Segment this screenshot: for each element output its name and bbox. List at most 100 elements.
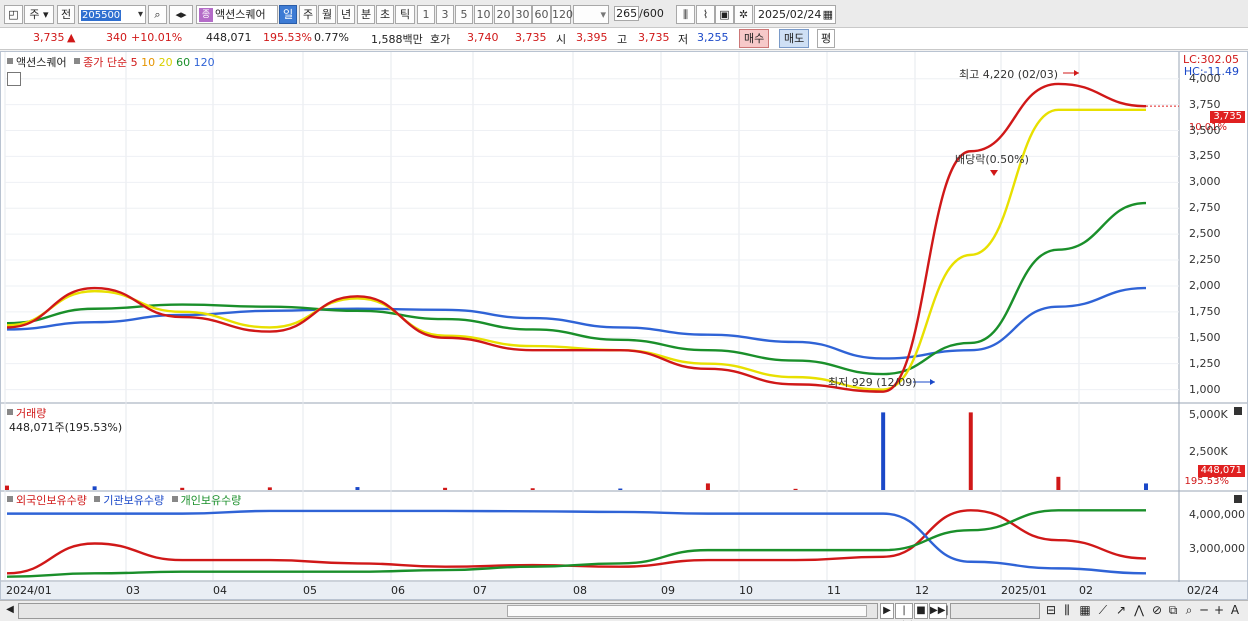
copy-tool-icon[interactable]: ⧉ xyxy=(1166,603,1180,619)
interval-20[interactable]: 20 xyxy=(494,5,513,24)
volume-bar xyxy=(92,486,97,490)
period-month[interactable]: 월 xyxy=(318,5,336,24)
holding-tick-4m: 4,000,000 xyxy=(1189,508,1245,521)
legend-square-icon xyxy=(7,496,13,502)
period-tick[interactable]: 틱 xyxy=(395,5,415,24)
x-label-08: 08 xyxy=(573,584,587,597)
stock-name-box[interactable]: 종 액션스퀘어 xyxy=(196,5,278,24)
interval-30[interactable]: 30 xyxy=(513,5,532,24)
price-tick-label: 1,250 xyxy=(1189,356,1221,370)
x-label-2025-01: 2025/01 xyxy=(1001,584,1047,597)
stock-type-tag: 종 xyxy=(199,8,213,22)
bars-icon[interactable]: ⫼ xyxy=(1060,603,1074,619)
trade-value: 1,588백만 xyxy=(371,33,423,46)
buy-button[interactable]: 매수 xyxy=(739,29,770,48)
grid-toggle-icon[interactable] xyxy=(7,72,21,86)
scrollbar[interactable] xyxy=(18,603,878,619)
interval-5[interactable]: 5 xyxy=(455,5,473,24)
volume-pct-tag: 195.53% xyxy=(1184,476,1230,487)
stock-code-input[interactable]: 205500 ▾ xyxy=(78,5,146,24)
candle-type-icon[interactable]: ⫼ xyxy=(676,5,695,24)
scrollbar-thumb[interactable] xyxy=(507,605,867,617)
fork-tool-icon[interactable]: ⋀ xyxy=(1132,603,1146,619)
legend-square-icon xyxy=(7,58,13,64)
x-label-05: 05 xyxy=(303,584,317,597)
jump-first-icon[interactable]: |◀◀ xyxy=(895,603,913,621)
date-input[interactable]: 2025/02/24 ▦ xyxy=(754,5,836,24)
price-legend-series: 종가 단순 xyxy=(83,56,128,69)
volume-bar xyxy=(180,487,185,490)
chart-navigation: ◀ ▶ |◀◀ ■ ▶▶| ⊟ ⫼ ▦ ⟋ ↗ ⋀ ⊘ ⧉ ⌕ ─ + A xyxy=(0,600,1248,621)
chart-background xyxy=(1,52,1247,599)
high-annotation: 최고 4,220 (02/03) xyxy=(959,68,1059,81)
ruler-icon[interactable]: ⊟ xyxy=(1044,603,1058,619)
interval-1[interactable]: 1 xyxy=(417,5,435,24)
legend-square-icon xyxy=(7,409,13,415)
zoom-in-icon[interactable]: + xyxy=(1212,603,1226,619)
x-label-03: 03 xyxy=(126,584,140,597)
evaluate-button[interactable]: 평 xyxy=(817,29,836,48)
x-label-12: 12 xyxy=(915,584,929,597)
x-label-09: 09 xyxy=(661,584,675,597)
text-tool-icon[interactable]: A xyxy=(1228,603,1242,619)
holding-panel-close-icon[interactable] xyxy=(1234,495,1242,503)
volume-bar xyxy=(618,488,623,490)
price-tick-label: 4,000 xyxy=(1189,71,1221,85)
volume-bar xyxy=(267,487,272,490)
line-tool-icon[interactable]: ⟋ xyxy=(1096,603,1110,619)
search-icon[interactable]: ⌕ xyxy=(148,5,167,24)
hoga-label: 호가 xyxy=(430,33,451,46)
sound-icon[interactable]: ◂▸ xyxy=(169,5,193,24)
holding-legend-foreign: 외국인보유수량 xyxy=(16,494,87,507)
x-label-07: 07 xyxy=(473,584,487,597)
ma-label-5: 5 xyxy=(130,56,138,69)
interval-60[interactable]: 60 xyxy=(532,5,551,24)
ma-label-20: 20 xyxy=(158,56,173,69)
period-year[interactable]: 년 xyxy=(337,5,355,24)
erase-tool-icon[interactable]: ⊘ xyxy=(1150,603,1164,619)
open-price: 3,395 xyxy=(576,31,608,44)
jump-last-icon[interactable]: ▶▶| xyxy=(929,603,949,619)
volume-bar xyxy=(1144,483,1148,490)
chart-area[interactable]: 액션스퀘어 종가 단순 5 10 20 60 120 LC:302.05 HC:… xyxy=(0,51,1248,600)
market-select[interactable]: 주 ▾ xyxy=(24,5,54,24)
volume-panel-close-icon[interactable] xyxy=(1234,407,1242,415)
period-week[interactable]: 주 xyxy=(299,5,317,24)
legend-square-icon xyxy=(94,496,101,502)
period-minute[interactable]: 분 xyxy=(357,5,375,24)
bar-count[interactable]: 265/600 xyxy=(611,5,667,24)
interval-3[interactable]: 3 xyxy=(436,5,454,24)
period-second[interactable]: 초 xyxy=(376,5,394,24)
up-arrow-icon: ▲ xyxy=(67,31,76,44)
magnify-icon[interactable]: ⌕ xyxy=(1182,603,1196,619)
low-label: 저 xyxy=(678,33,689,46)
legend-square-icon xyxy=(171,496,178,502)
zoom-slider[interactable] xyxy=(950,603,1040,619)
stop-icon[interactable]: ■ xyxy=(914,603,928,619)
chart-canvas xyxy=(1,52,1247,599)
calendar-icon[interactable]: ▦ xyxy=(823,6,835,23)
indicator-icon[interactable]: ⌇ xyxy=(696,5,715,24)
stock-code-value: 205500 xyxy=(81,10,122,21)
window-menu-icon[interactable]: ◰ xyxy=(4,5,23,24)
sell-button[interactable]: 매도 xyxy=(779,29,810,48)
price-tick-label: 2,500 xyxy=(1189,227,1221,241)
volume-tick-2500k: 2,500K xyxy=(1189,445,1228,458)
price-legend: 액션스퀘어 종가 단순 5 10 20 60 120 xyxy=(7,54,215,70)
settings-gear-icon[interactable]: ✲ xyxy=(734,5,753,24)
period-day[interactable]: 일 xyxy=(279,5,297,24)
toolbar: ◰ 주 ▾ 전 205500 ▾ ⌕ ◂▸ 종 액션스퀘어 일 주 월 년 분 초 … xyxy=(0,0,1248,28)
x-label-end: 02/24 xyxy=(1187,584,1219,597)
prev-button[interactable]: 전 xyxy=(57,5,75,24)
zoom-out-icon[interactable]: ─ xyxy=(1197,603,1211,619)
interval-120[interactable]: 120 xyxy=(551,5,573,24)
scroll-left-arrow-icon[interactable]: ◀ xyxy=(3,603,17,619)
low-annotation: 최저 929 (12/09) xyxy=(828,376,917,389)
interval-10[interactable]: 10 xyxy=(474,5,493,24)
x-label-2024-01: 2024/01 xyxy=(6,584,52,597)
save-icon[interactable]: ▣ xyxy=(715,5,734,24)
box-icon[interactable]: ▦ xyxy=(1078,603,1092,619)
trend-tool-icon[interactable]: ↗ xyxy=(1114,603,1128,619)
scroll-right-arrow-icon[interactable]: ▶ xyxy=(880,603,894,619)
custom-interval-select[interactable]: ▾ xyxy=(573,5,609,24)
